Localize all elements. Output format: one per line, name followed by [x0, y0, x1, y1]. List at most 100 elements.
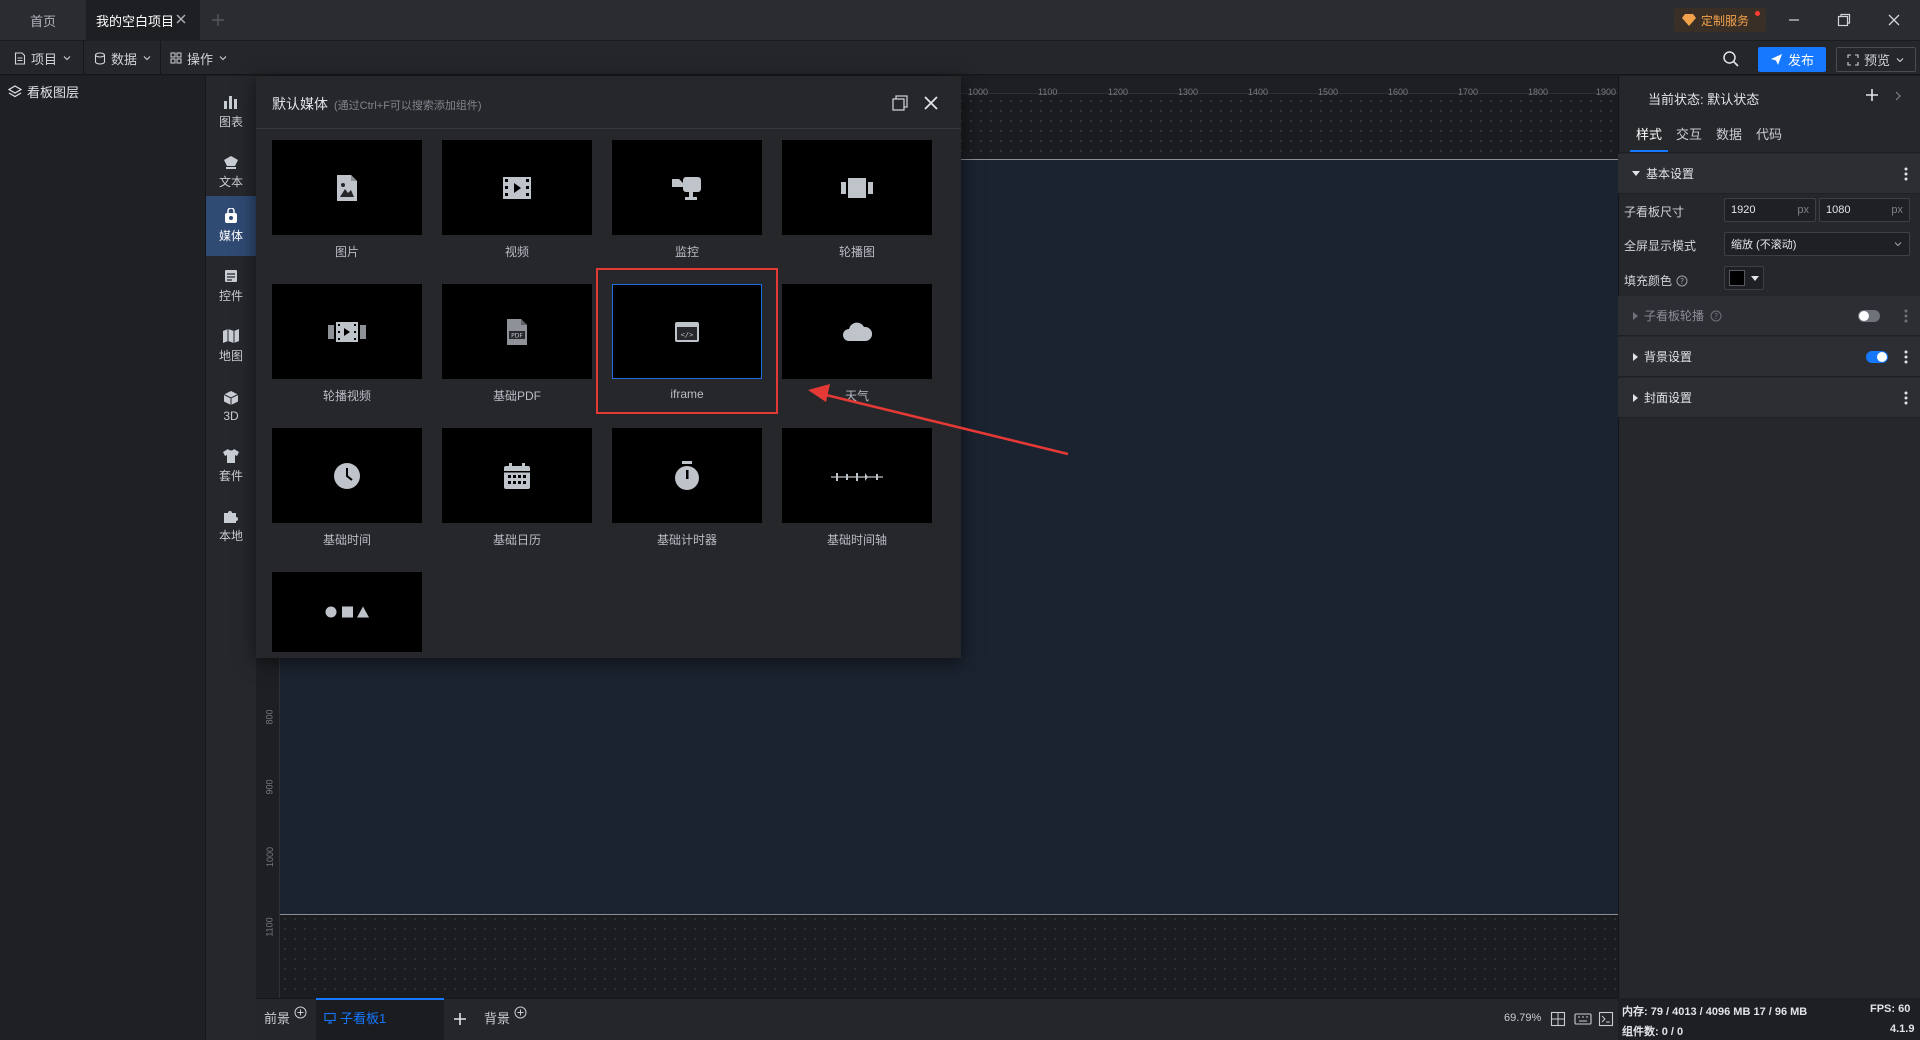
popout-icon[interactable]	[891, 94, 909, 112]
tab-style[interactable]: 样式	[1636, 124, 1662, 143]
media-item-calendar[interactable]	[442, 428, 592, 523]
section-background-settings[interactable]: 背景设置	[1618, 337, 1920, 377]
tab-data[interactable]: 数据	[1716, 124, 1742, 143]
menu-operation-label: 操作	[187, 51, 214, 67]
media-item-weather[interactable]	[782, 284, 932, 379]
fit-screen-icon[interactable]	[1550, 1011, 1566, 1027]
zoom-level[interactable]: 69.79%	[1504, 1012, 1541, 1024]
category-chart[interactable]: 图表	[206, 84, 256, 140]
restore-button[interactable]	[1830, 7, 1858, 33]
window-close-button[interactable]	[1880, 7, 1908, 33]
layers-icon	[8, 84, 22, 97]
ruler-tick: 900	[264, 779, 275, 795]
add-circle-icon[interactable]	[294, 1006, 307, 1019]
ruler-tick: 1400	[1248, 87, 1269, 97]
custom-service-button[interactable]: 定制服务	[1674, 8, 1766, 32]
category-local[interactable]: 本地	[206, 498, 256, 554]
menu-project[interactable]: 项目	[6, 41, 80, 75]
shapes-icon	[325, 606, 369, 618]
send-icon	[1770, 54, 1782, 65]
tab-project[interactable]: 我的空白项目	[86, 0, 200, 41]
media-item-carousel[interactable]	[782, 140, 932, 235]
section-subboard-carousel[interactable]: 子看板轮播 ?	[1618, 296, 1920, 336]
board-height-input[interactable]: 1080 px	[1819, 198, 1910, 222]
help-icon[interactable]: ?	[1710, 310, 1722, 322]
menu-data-label: 数据	[111, 51, 138, 67]
unit-label: px	[1891, 204, 1903, 216]
publish-label: 发布	[1787, 53, 1814, 68]
ruler-tick: 1700	[1458, 87, 1479, 97]
category-map[interactable]: 地图	[206, 318, 256, 374]
menu-data[interactable]: 数据	[86, 41, 160, 75]
keyboard-icon[interactable]	[1574, 1012, 1592, 1026]
ruler-tick: 1000	[968, 87, 989, 97]
fullscreen-mode-select[interactable]: 缩放 (不滚动)	[1724, 232, 1910, 256]
publish-button[interactable]: 发布	[1758, 47, 1826, 72]
more-icon[interactable]	[1904, 309, 1908, 323]
fill-color-row: 填充颜色 ?	[1624, 272, 1688, 289]
media-item-monitor[interactable]	[612, 140, 762, 235]
more-icon[interactable]	[1904, 391, 1908, 405]
layers-header[interactable]: 看板图层	[8, 82, 79, 101]
close-icon[interactable]	[174, 12, 188, 26]
search-icon[interactable]	[1722, 50, 1740, 68]
media-item-image[interactable]	[272, 140, 422, 235]
canvas-bottom-edge	[280, 914, 1618, 915]
category-media[interactable]: 媒体	[206, 196, 256, 256]
media-item-timer[interactable]	[612, 428, 762, 523]
preview-button[interactable]: 预览	[1836, 47, 1916, 72]
add-circle-icon[interactable]	[514, 1006, 527, 1019]
notification-dot	[1755, 11, 1760, 16]
carousel-toggle[interactable]	[1858, 310, 1880, 322]
media-item-video[interactable]	[442, 140, 592, 235]
tab-foreground[interactable]: 前景	[264, 1006, 307, 1027]
category-3d[interactable]: 3D	[206, 378, 256, 434]
fill-color-picker[interactable]	[1724, 266, 1764, 290]
category-text[interactable]: 文本	[206, 144, 256, 200]
monitor-icon	[324, 1012, 336, 1023]
tab-background[interactable]: 背景	[484, 1006, 527, 1027]
caret-down-icon	[1632, 170, 1640, 176]
image-file-icon	[337, 174, 357, 201]
pdf-icon: PDF	[507, 318, 527, 345]
menu-bar: 项目 数据 操作	[0, 41, 1920, 75]
menu-operation[interactable]: 操作	[162, 41, 236, 75]
tab-home[interactable]: 首页	[0, 0, 86, 41]
add-state-icon[interactable]	[1864, 87, 1880, 103]
chevron-right-icon[interactable]	[1894, 91, 1902, 101]
media-item-pdf[interactable]: PDF	[442, 284, 592, 379]
media-panel-title: 默认媒体 (通过Ctrl+F可以搜索添加组件)	[272, 94, 482, 114]
new-tab-icon[interactable]	[210, 12, 226, 28]
memory-status: 内存: 79 / 4013 / 4096 MB 17 / 96 MB	[1622, 1006, 1808, 1018]
media-item-calendar-label: 基础日历	[492, 533, 541, 547]
ruler-tick: 1600	[1388, 87, 1409, 97]
more-icon[interactable]	[1904, 350, 1908, 364]
caret-right-icon	[1633, 352, 1638, 361]
media-item-carousel-video[interactable]	[272, 284, 422, 379]
ruler-tick: 1500	[1318, 87, 1339, 97]
background-toggle[interactable]	[1866, 351, 1888, 363]
ruler-tick: 1300	[1178, 87, 1199, 97]
section-basic-settings[interactable]: 基本设置	[1618, 154, 1920, 194]
camera-icon	[672, 176, 701, 200]
add-subboard-icon[interactable]	[452, 1011, 468, 1027]
tab-code[interactable]: 代码	[1756, 124, 1782, 143]
more-icon[interactable]	[1904, 167, 1908, 181]
media-item-timeline-label: 基础时间轴	[826, 533, 887, 547]
tab-subboard[interactable]: 子看板1	[324, 1008, 386, 1027]
media-item-image-label: 图片	[334, 245, 359, 259]
category-widget[interactable]: 控件	[206, 258, 256, 314]
media-item-time[interactable]	[272, 428, 422, 523]
database-icon	[94, 51, 106, 65]
help-icon[interactable]: ?	[1676, 275, 1688, 287]
section-cover-settings[interactable]: 封面设置	[1618, 378, 1920, 418]
media-item-shapes[interactable]	[272, 572, 422, 652]
terminal-icon[interactable]	[1598, 1011, 1614, 1027]
category-suite[interactable]: 套件	[206, 438, 256, 494]
diamond-icon	[1682, 14, 1696, 26]
close-icon[interactable]	[922, 94, 940, 112]
board-width-input[interactable]: 1920 px	[1724, 198, 1816, 222]
component-count: 组件数: 0 / 0	[1622, 1026, 1684, 1038]
minimize-button[interactable]	[1780, 7, 1808, 33]
tab-interaction[interactable]: 交互	[1676, 124, 1702, 143]
